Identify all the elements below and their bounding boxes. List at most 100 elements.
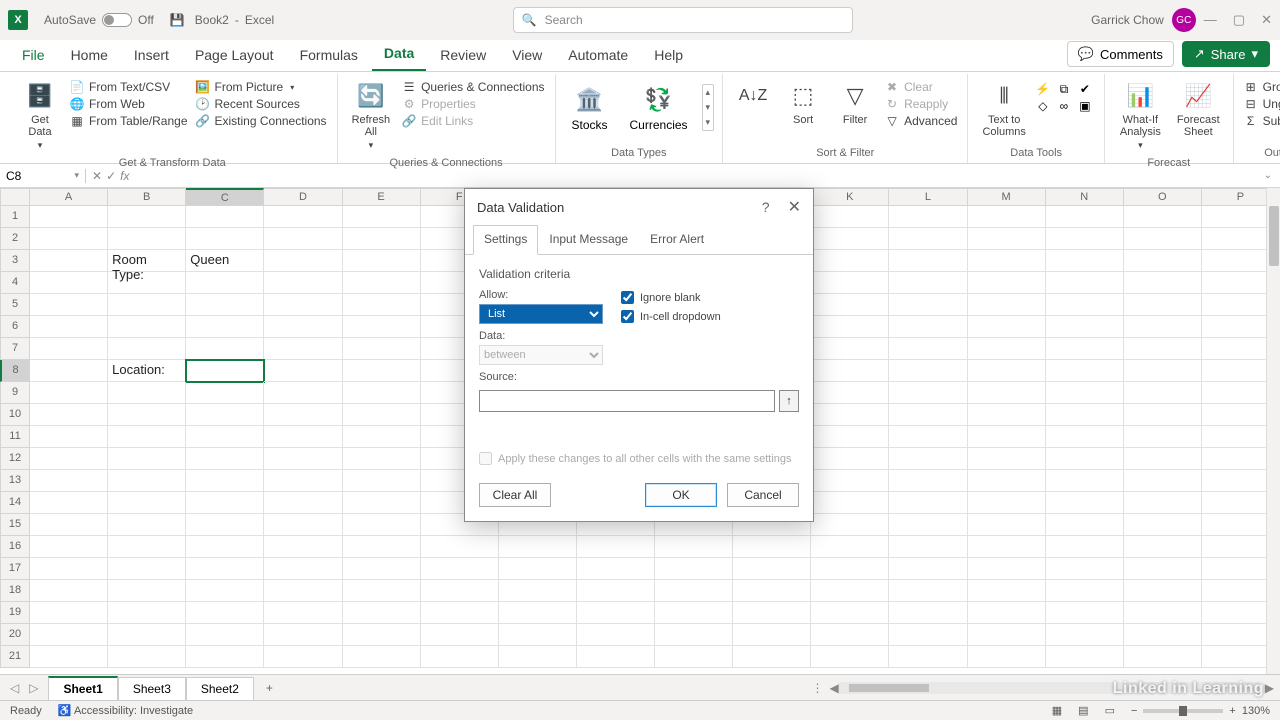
- cell[interactable]: [343, 426, 421, 448]
- refresh-all-button[interactable]: 🔄 Refresh All ▾: [346, 76, 397, 155]
- col-header[interactable]: E: [343, 188, 421, 206]
- cell[interactable]: [343, 382, 421, 404]
- cell[interactable]: [264, 602, 342, 624]
- sheet-tab-sheet1[interactable]: Sheet1: [48, 676, 117, 700]
- cell[interactable]: [889, 360, 967, 382]
- range-picker-button[interactable]: ↑: [779, 390, 799, 412]
- cell[interactable]: [108, 448, 186, 470]
- share-button[interactable]: ↗ Share ▾: [1182, 41, 1270, 67]
- expand-formula-icon[interactable]: ⌄: [1256, 170, 1280, 181]
- existing-connections[interactable]: 🔗Existing Connections: [194, 113, 329, 129]
- cell[interactable]: [186, 646, 264, 668]
- cell[interactable]: [968, 404, 1046, 426]
- cell[interactable]: [343, 206, 421, 228]
- cell[interactable]: [30, 426, 108, 448]
- cell[interactable]: [30, 360, 108, 382]
- vertical-scrollbar[interactable]: [1266, 188, 1280, 674]
- tab-review[interactable]: Review: [428, 41, 498, 71]
- cell[interactable]: [1124, 360, 1202, 382]
- row-header[interactable]: 1: [0, 206, 30, 228]
- cell[interactable]: [1124, 272, 1202, 294]
- text-to-columns-button[interactable]: ⫴Text to Columns: [976, 76, 1031, 142]
- cell[interactable]: [811, 580, 889, 602]
- cell[interactable]: [1046, 536, 1124, 558]
- cell[interactable]: [186, 338, 264, 360]
- cell[interactable]: [889, 646, 967, 668]
- tab-settings[interactable]: Settings: [473, 225, 538, 255]
- cell[interactable]: [30, 580, 108, 602]
- cell[interactable]: [343, 316, 421, 338]
- add-sheet-button[interactable]: +: [254, 681, 285, 695]
- cell[interactable]: [968, 272, 1046, 294]
- from-picture[interactable]: 🖼️From Picture▾: [194, 79, 329, 95]
- cell[interactable]: [968, 580, 1046, 602]
- cell[interactable]: [264, 272, 342, 294]
- cell[interactable]: [968, 382, 1046, 404]
- cell[interactable]: [1046, 602, 1124, 624]
- fx-icon[interactable]: fx: [120, 169, 129, 183]
- cell[interactable]: [1124, 426, 1202, 448]
- filter-button[interactable]: ▽Filter: [831, 76, 879, 130]
- sort-button[interactable]: ⬚Sort: [779, 76, 827, 130]
- cell[interactable]: [30, 602, 108, 624]
- cell[interactable]: [811, 558, 889, 580]
- close-icon[interactable]: ✕: [1261, 12, 1272, 28]
- row-header[interactable]: 6: [0, 316, 30, 338]
- cell[interactable]: [343, 294, 421, 316]
- cell[interactable]: [264, 404, 342, 426]
- cell[interactable]: [421, 624, 499, 646]
- cell[interactable]: [968, 536, 1046, 558]
- cell[interactable]: [264, 536, 342, 558]
- what-if-button[interactable]: 📊What-If Analysis▾: [1113, 76, 1168, 155]
- cell[interactable]: [889, 580, 967, 602]
- col-header[interactable]: L: [889, 188, 967, 206]
- consolidate-icon[interactable]: ◇: [1036, 99, 1050, 113]
- data-model-icon[interactable]: ▣: [1078, 99, 1092, 113]
- recent-sources[interactable]: 🕑Recent Sources: [194, 96, 329, 112]
- cell[interactable]: [108, 426, 186, 448]
- cell[interactable]: [108, 206, 186, 228]
- cell[interactable]: [264, 624, 342, 646]
- cell[interactable]: [343, 580, 421, 602]
- flash-fill-icon[interactable]: ⚡: [1036, 82, 1050, 96]
- row-header[interactable]: 19: [0, 602, 30, 624]
- cell[interactable]: [889, 316, 967, 338]
- gallery-scroll[interactable]: ▴▾▾: [702, 84, 715, 131]
- cell[interactable]: [811, 514, 889, 536]
- cancel-button[interactable]: Cancel: [727, 483, 799, 507]
- cell[interactable]: [889, 624, 967, 646]
- advanced-filter[interactable]: ▽Advanced: [883, 113, 959, 129]
- view-normal-icon[interactable]: ▦: [1052, 704, 1062, 717]
- cell[interactable]: [655, 558, 733, 580]
- cell[interactable]: [1046, 382, 1124, 404]
- cell[interactable]: [811, 250, 889, 272]
- row-header[interactable]: 7: [0, 338, 30, 360]
- cell[interactable]: [343, 536, 421, 558]
- cell[interactable]: [30, 338, 108, 360]
- cell[interactable]: [1124, 646, 1202, 668]
- cell[interactable]: [811, 206, 889, 228]
- cell[interactable]: [264, 448, 342, 470]
- row-header[interactable]: 8: [0, 360, 30, 382]
- tab-formulas[interactable]: Formulas: [288, 41, 370, 71]
- cell[interactable]: [811, 470, 889, 492]
- cell[interactable]: [264, 382, 342, 404]
- cell[interactable]: [577, 602, 655, 624]
- cell[interactable]: [811, 228, 889, 250]
- cell[interactable]: [1046, 558, 1124, 580]
- cell[interactable]: [968, 316, 1046, 338]
- search-input[interactable]: 🔍 Search: [513, 7, 853, 33]
- cell[interactable]: [577, 580, 655, 602]
- cell[interactable]: Room Type:: [108, 250, 186, 272]
- cell[interactable]: [733, 536, 811, 558]
- tab-page-layout[interactable]: Page Layout: [183, 41, 286, 71]
- cell[interactable]: [811, 294, 889, 316]
- cell[interactable]: [108, 404, 186, 426]
- cell[interactable]: [108, 470, 186, 492]
- cell[interactable]: [577, 624, 655, 646]
- cell[interactable]: [968, 492, 1046, 514]
- cell[interactable]: [968, 294, 1046, 316]
- ok-button[interactable]: OK: [645, 483, 717, 507]
- row-header[interactable]: 9: [0, 382, 30, 404]
- cell[interactable]: [968, 360, 1046, 382]
